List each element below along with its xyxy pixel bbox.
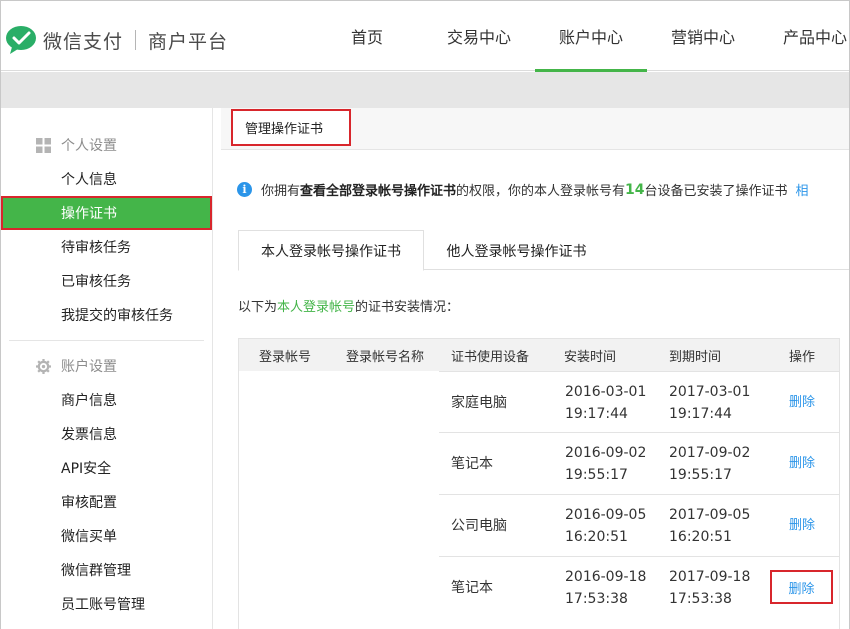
- table-row: 公司电脑 2016-09-05 16:20:51 2017-09-05 16:2…: [439, 494, 839, 556]
- sidebar-group-account: 账户设置: [1, 349, 212, 383]
- delete-highlight: 删除: [770, 570, 833, 604]
- delete-link[interactable]: 删除: [789, 515, 815, 537]
- table-row: 笔记本 2016-09-02 19:55:17 2017-09-02 19:55…: [439, 432, 839, 494]
- notice-prefix: 你拥有: [261, 184, 301, 199]
- expire-time-cell: 2017-03-01 19:17:44: [669, 372, 750, 434]
- wechat-pay-logo[interactable]: 微信支付 商户平台: [5, 23, 228, 57]
- notice-suffix: 台设备已安装了操作证书: [644, 184, 788, 199]
- sidebar-item-wechat-pay-bill[interactable]: 微信买单: [1, 519, 212, 553]
- col-install-time: 安装时间: [564, 349, 617, 365]
- table-caption: 以下为本人登录帐号的证书安装情况：: [238, 296, 459, 315]
- sidebar-item-wechat-group[interactable]: 微信群管理: [1, 553, 212, 587]
- delete-link[interactable]: 删除: [789, 392, 815, 414]
- table-body: 家庭电脑 2016-03-01 19:17:44 2017-03-01 19:1…: [239, 371, 839, 629]
- expire-date: 2017-03-01: [669, 384, 751, 400]
- caption-highlight: 本人登录帐号: [277, 300, 356, 315]
- notice-bold: 查看全部登录帐号操作证书: [300, 184, 457, 199]
- install-time-cell: 2016-09-02 19:55:17: [565, 433, 646, 495]
- sidebar-item-reviewed-tasks[interactable]: 已审核任务: [1, 264, 212, 298]
- device-count: 14: [625, 181, 645, 198]
- main-content: 管理操作证书 i 你拥有 查看全部登录帐号操作证书 的权限，你的本人登录帐号有 …: [213, 108, 849, 629]
- expire-date: 2017-09-18: [669, 569, 751, 585]
- tab-my-certificates[interactable]: 本人登录帐号操作证书: [238, 230, 424, 271]
- install-clock: 19:55:17: [565, 467, 628, 483]
- install-date: 2016-09-18: [565, 569, 647, 585]
- nav-home[interactable]: 首页: [311, 1, 423, 71]
- delete-link[interactable]: 删除: [788, 578, 814, 597]
- install-clock: 17:53:38: [565, 591, 628, 607]
- table-header: 登录帐号 登录帐号名称 证书使用设备 安装时间 到期时间 操作: [239, 339, 839, 371]
- install-time-cell: 2016-03-01 19:17:44: [565, 372, 646, 434]
- platform-name: 商户平台: [148, 30, 229, 53]
- nav-trade-center[interactable]: 交易中心: [423, 1, 535, 71]
- install-clock: 19:17:44: [565, 406, 628, 422]
- sidebar-group-label: 账户设置: [61, 359, 117, 375]
- device-cell: 家庭电脑: [451, 395, 507, 411]
- expire-date: 2017-09-05: [669, 507, 751, 523]
- logo-divider: [135, 30, 137, 50]
- header-gray-bar: [1, 72, 849, 108]
- info-icon: i: [237, 182, 252, 197]
- notice-link[interactable]: 相: [796, 180, 809, 199]
- device-cell: 笔记本: [451, 580, 493, 596]
- sidebar: 个人设置 个人信息 操作证书 待审核任务 已审核任务 我提交的审核任务 账户设置…: [1, 108, 213, 629]
- col-account-name: 登录帐号名称: [346, 349, 425, 365]
- delete-link[interactable]: 删除: [789, 453, 815, 475]
- caption-prefix: 以下为: [238, 300, 278, 315]
- col-device: 证书使用设备: [451, 349, 530, 365]
- nav-marketing-center[interactable]: 营销中心: [647, 1, 759, 71]
- notice-middle: 的权限，你的本人登录帐号有: [456, 184, 626, 199]
- expire-date: 2017-09-02: [669, 445, 751, 461]
- expire-clock: 17:53:38: [669, 591, 732, 607]
- install-time-cell: 2016-09-18 17:53:38: [565, 557, 646, 619]
- sidebar-divider: [9, 340, 204, 341]
- sidebar-item-staff-accounts[interactable]: 员工账号管理: [1, 587, 212, 621]
- permission-notice: i 你拥有 查看全部登录帐号操作证书 的权限，你的本人登录帐号有 14 台设备已…: [237, 180, 809, 199]
- sidebar-group-label: 个人设置: [61, 138, 117, 154]
- install-date: 2016-09-05: [565, 507, 647, 523]
- device-cell: 公司电脑: [451, 518, 507, 534]
- col-action: 操作: [789, 349, 816, 365]
- top-nav: 首页 交易中心 账户中心 营销中心 产品中心: [311, 1, 850, 72]
- certificate-tabs: 本人登录帐号操作证书 他人登录帐号操作证书: [238, 230, 849, 271]
- col-expire-time: 到期时间: [669, 349, 722, 365]
- device-cell: 笔记本: [451, 456, 493, 472]
- breadcrumb: 管理操作证书: [221, 108, 849, 150]
- brand-name: 微信支付: [43, 30, 124, 53]
- sidebar-group-personal: 个人设置: [1, 128, 212, 162]
- expire-time-cell: 2017-09-18 17:53:38: [669, 557, 750, 619]
- sidebar-item-invoice-info[interactable]: 发票信息: [1, 417, 212, 451]
- expire-time-cell: 2017-09-02 19:55:17: [669, 433, 750, 495]
- sidebar-item-review-config[interactable]: 审核配置: [1, 485, 212, 519]
- sidebar-item-submitted-tasks[interactable]: 我提交的审核任务: [1, 298, 212, 332]
- table-row: 家庭电脑 2016-03-01 19:17:44 2017-03-01 19:1…: [439, 371, 839, 433]
- install-date: 2016-09-02: [565, 445, 647, 461]
- tab-others-certificates[interactable]: 他人登录帐号操作证书: [424, 230, 609, 271]
- nav-product-center[interactable]: 产品中心: [759, 1, 850, 71]
- expire-clock: 16:20:51: [669, 529, 732, 545]
- nav-account-center[interactable]: 账户中心: [535, 1, 647, 72]
- gear-icon: [36, 359, 51, 374]
- page-title: 管理操作证书: [231, 109, 351, 146]
- top-header: 微信支付 商户平台 首页 交易中心 账户中心 营销中心 产品中心: [1, 1, 850, 72]
- sidebar-item-certificate[interactable]: 操作证书: [1, 196, 212, 230]
- install-clock: 16:20:51: [565, 529, 628, 545]
- sidebar-item-api-security[interactable]: API安全: [1, 451, 212, 485]
- wechat-pay-logo-icon: [5, 25, 39, 55]
- grid-icon: [36, 138, 51, 153]
- expire-clock: 19:17:44: [669, 406, 732, 422]
- expire-clock: 19:55:17: [669, 467, 732, 483]
- caption-suffix: 的证书安装情况：: [355, 300, 460, 315]
- expire-time-cell: 2017-09-05 16:20:51: [669, 495, 750, 557]
- sidebar-item-personal-info[interactable]: 个人信息: [1, 162, 212, 196]
- install-date: 2016-03-01: [565, 384, 647, 400]
- certificate-table: 登录帐号 登录帐号名称 证书使用设备 安装时间 到期时间 操作 家庭电脑 201…: [238, 338, 840, 629]
- col-login-account: 登录帐号: [259, 349, 312, 365]
- install-time-cell: 2016-09-05 16:20:51: [565, 495, 646, 557]
- table-row: 笔记本 2016-09-18 17:53:38 2017-09-18 17:53…: [439, 556, 839, 618]
- sidebar-item-merchant-info[interactable]: 商户信息: [1, 383, 212, 417]
- sidebar-item-pending-tasks[interactable]: 待审核任务: [1, 230, 212, 264]
